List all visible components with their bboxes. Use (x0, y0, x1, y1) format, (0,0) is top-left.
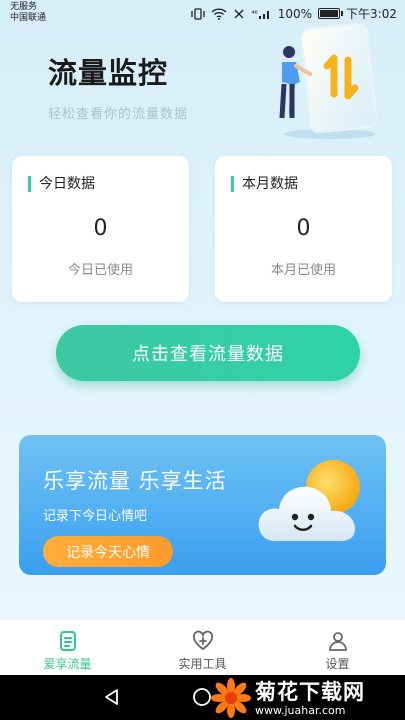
status-time: 下午3:02 (346, 7, 397, 21)
banner-title: 乐享流量 乐享生活 (43, 469, 227, 493)
nav-label-tools: 实用工具 (178, 657, 227, 671)
nav-item-settings[interactable]: 设置 (270, 620, 405, 675)
watermark: 菊花下载网 www.juahar.com (211, 676, 401, 720)
signal-icon: ⁴⁶ (251, 8, 271, 20)
carrier-line1: 无服务 (10, 2, 38, 12)
record-mood-button[interactable]: 记录今天心情 (43, 536, 173, 567)
no-signal-icon (233, 8, 245, 20)
nav-label-traffic: 爱享流量 (43, 657, 92, 671)
battery-percent: 100% (277, 6, 313, 21)
bottom-navigation: 爱享流量 实用工具 设置 (0, 620, 405, 675)
month-data-caption: 本月已使用 (270, 263, 336, 278)
carrier-info: 无服务 中国联通 (10, 2, 46, 24)
battery-icon (318, 8, 344, 19)
back-icon[interactable] (102, 687, 122, 707)
home-icon[interactable] (192, 687, 212, 707)
document-icon (59, 631, 76, 651)
page-title: 流量监控 (48, 56, 169, 90)
user-icon (328, 632, 347, 651)
nav-item-tools[interactable]: 实用工具 (135, 620, 270, 675)
vibrate-icon (191, 7, 205, 20)
watermark-url: www.juahar.com (255, 703, 346, 717)
carrier-line2: 中国联通 (10, 13, 47, 23)
page-subtitle: 轻松查看你的流量数据 (48, 107, 189, 122)
watermark-title: 菊花下载网 (255, 679, 365, 704)
chrysanthemum-logo-icon (211, 678, 251, 718)
month-data-value: 0 (296, 216, 311, 241)
smiling-cloud-sun-icon (258, 460, 360, 541)
month-data-label: 本月数据 (231, 176, 298, 192)
nav-label-settings: 设置 (325, 657, 350, 671)
phone-transfer-illustration (279, 22, 378, 139)
today-data-label: 今日数据 (28, 176, 95, 192)
wifi-icon (211, 7, 227, 20)
banner-subtitle: 记录下今日心情吧 (43, 509, 148, 524)
view-traffic-data-button[interactable]: 点击查看流量数据 (56, 325, 360, 381)
today-data-card[interactable]: 今日数据 0 今日已使用 (12, 156, 189, 302)
mood-banner[interactable]: 乐享流量 乐享生活 记录下今日心情吧 记录今天心情 (19, 435, 386, 575)
today-data-value: 0 (93, 216, 108, 241)
today-data-caption: 今日已使用 (67, 263, 133, 278)
status-icons: ⁴⁶ 100% 下午3:02 (191, 5, 397, 22)
heart-plus-icon (192, 630, 213, 651)
nav-item-traffic[interactable]: 爱享流量 (0, 620, 135, 675)
watermark-text: 菊花下载网 www.juahar.com (255, 680, 365, 717)
month-data-card[interactable]: 本月数据 0 本月已使用 (215, 156, 392, 302)
